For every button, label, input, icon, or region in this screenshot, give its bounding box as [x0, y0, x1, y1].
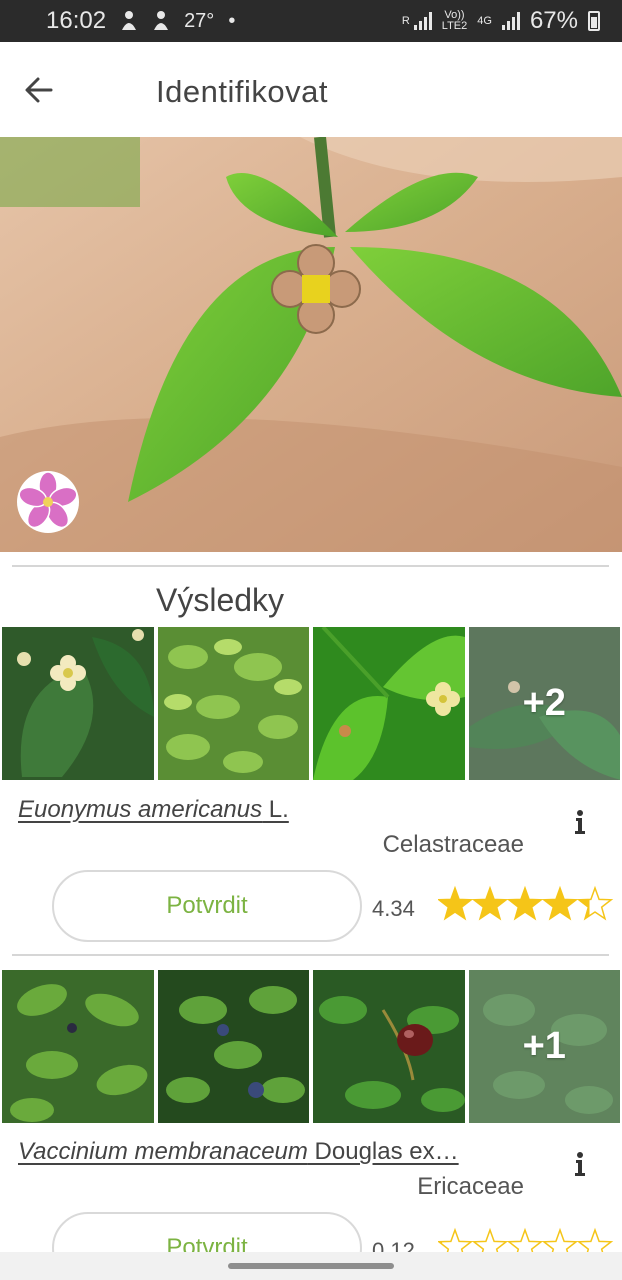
back-button[interactable]: [0, 42, 78, 137]
info-icon[interactable]: [568, 808, 592, 836]
species-author: Douglas ex…: [307, 1138, 459, 1165]
result-scientific-name[interactable]: Euonymus americanus L.: [18, 796, 289, 824]
result-score: 4.34: [372, 896, 415, 921]
notification-icon: [154, 11, 169, 30]
star-icon: [576, 885, 614, 921]
divider: [12, 954, 609, 956]
status-bar: 16:02 27° • R Vo)) LTE2 4G 67%: [0, 0, 622, 42]
species-name: Euonymus americanus: [18, 796, 263, 823]
result-gallery[interactable]: +1: [0, 970, 622, 1123]
status-temperature: 27°: [184, 9, 215, 32]
species-author: L.: [262, 796, 289, 823]
result-gallery[interactable]: +2: [0, 627, 622, 780]
result-thumbnail[interactable]: [313, 627, 465, 780]
result-thumbnail[interactable]: [157, 970, 309, 1123]
identified-photo[interactable]: [0, 137, 622, 552]
result-thumbnail[interactable]: [2, 970, 154, 1123]
results-title: Výsledky: [156, 582, 285, 618]
status-time: 16:02: [46, 7, 107, 34]
battery-icon: [588, 11, 600, 31]
divider: [12, 565, 609, 567]
more-images-count: +1: [468, 970, 620, 1123]
result-family: Celastraceae: [382, 831, 524, 858]
system-navigation-bar: [0, 1252, 622, 1280]
battery-percent: 67%: [529, 7, 578, 34]
rating-stars: [438, 885, 614, 921]
status-dot: •: [228, 9, 236, 32]
result-thumbnail-more[interactable]: +2: [468, 627, 620, 780]
plant-photo: [0, 137, 622, 552]
result-family: Ericaceae: [417, 1173, 524, 1200]
arrow-left-icon: [25, 77, 53, 102]
signal-icon: [501, 12, 520, 30]
result-thumbnail[interactable]: [313, 970, 465, 1123]
more-images-count: +2: [468, 627, 620, 780]
confirm-button[interactable]: Potvrdit: [52, 870, 362, 942]
volte-indicator: Vo)) LTE2: [442, 10, 467, 32]
result-thumbnail-more[interactable]: +1: [468, 970, 620, 1123]
result-scientific-name[interactable]: Vaccinium membranaceum Douglas ex…: [18, 1138, 459, 1166]
network-type: 4G: [477, 14, 492, 27]
species-name: Vaccinium membranaceum: [18, 1138, 308, 1165]
roaming-label: R: [401, 14, 410, 27]
result-thumbnail[interactable]: [2, 627, 154, 780]
notification-icon: [122, 11, 137, 30]
home-gesture-handle[interactable]: [228, 1263, 394, 1269]
page-title: Identifikovat: [156, 74, 328, 109]
volte-line2: LTE2: [441, 20, 468, 32]
result-thumbnail[interactable]: [157, 627, 309, 780]
info-icon[interactable]: [568, 1150, 592, 1178]
signal-icon: [413, 12, 432, 30]
flower-badge-icon: [17, 471, 79, 533]
